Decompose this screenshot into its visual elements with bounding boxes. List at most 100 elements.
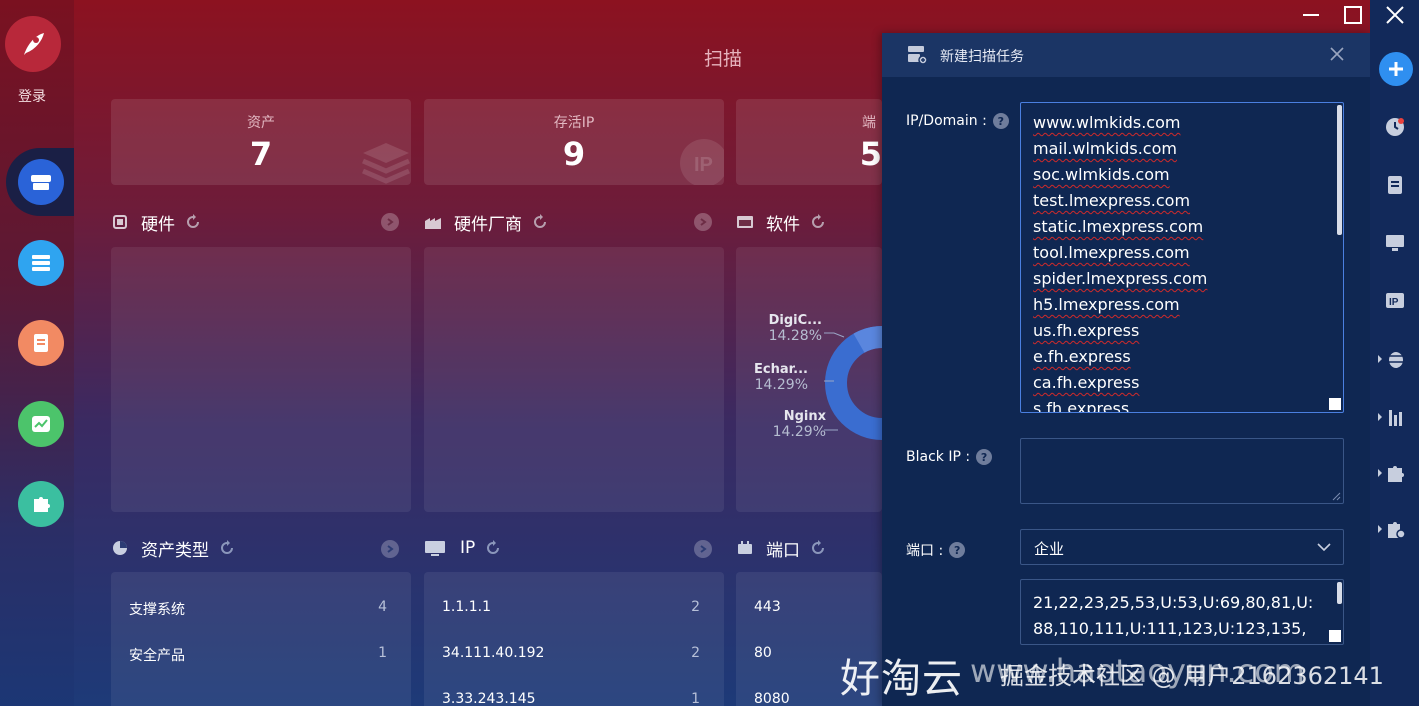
nav-vuln-button[interactable] (18, 320, 64, 366)
document-icon (34, 334, 48, 352)
chip-icon (113, 215, 127, 229)
scrollbar-thumb[interactable] (1337, 105, 1342, 235)
plugin-settings-icon[interactable] (1376, 518, 1408, 540)
refresh-icon[interactable] (810, 540, 826, 556)
black-ip-label-text: Black IP : (906, 449, 971, 465)
nav-monitor-button[interactable] (18, 401, 64, 447)
stat-card-ports[interactable]: 端 5 (736, 99, 882, 185)
donut-label-percent: 14.29% (772, 424, 826, 440)
port-preset-select[interactable]: 企业 (1020, 529, 1344, 565)
refresh-icon[interactable] (185, 214, 201, 230)
domain-entry: mail.wlmkids.com (1033, 139, 1177, 158)
list-item-name: 支撑系统 (129, 602, 185, 618)
list-item[interactable]: 1.1.1.1 2 (442, 599, 700, 615)
chevron-right-icon[interactable] (694, 213, 712, 231)
left-sidebar: 登录 (0, 0, 74, 706)
refresh-icon[interactable] (219, 540, 235, 556)
ip-badge-icon: IP (680, 139, 724, 185)
list-item[interactable]: 安全产品 1 (129, 645, 387, 665)
svg-text:IP: IP (694, 154, 713, 176)
stat-label: 端 (736, 112, 882, 132)
section-title: IP (460, 538, 476, 558)
bug-icon[interactable] (1376, 348, 1408, 370)
plug-icon (738, 541, 752, 554)
puzzle-icon[interactable] (1376, 462, 1408, 484)
section-title: 软件 (766, 214, 800, 235)
black-ip-textarea[interactable] (1020, 438, 1344, 504)
resize-handle[interactable] (1329, 398, 1341, 410)
stat-value-text: 5 (859, 135, 882, 173)
resize-handle[interactable] (1329, 630, 1341, 642)
close-icon[interactable] (1328, 45, 1346, 63)
stat-value: 5 (736, 135, 882, 173)
refresh-icon[interactable] (810, 214, 826, 230)
clock-icon[interactable] (1384, 116, 1406, 138)
maximize-icon[interactable] (1342, 4, 1364, 26)
domain-entry: spider.lmexpress.com (1033, 269, 1208, 288)
list-item[interactable]: 443 (754, 599, 858, 615)
list-item[interactable]: 34.111.40.192 2 (442, 645, 700, 661)
port-list-textarea[interactable]: 21,22,23,25,53,U:53,U:69,80,81,U:88,110,… (1020, 579, 1344, 645)
list-item-count: 4 (378, 599, 387, 615)
help-icon[interactable]: ? (976, 449, 993, 465)
add-task-button[interactable] (1379, 52, 1413, 86)
chevron-right-icon[interactable] (381, 540, 399, 558)
bar-chart-icon[interactable] (1376, 406, 1408, 428)
list-item-name: 8080 (754, 691, 790, 706)
list-item-count: 1 (691, 691, 700, 706)
help-icon[interactable]: ? (992, 113, 1009, 129)
section-title: 资产类型 (141, 540, 209, 561)
list-item[interactable]: 支撑系统 4 (129, 599, 387, 619)
list-item-count: 2 (691, 645, 700, 661)
watermark-overlay: 掘金技术社区 @ 用户2162362141 (1000, 662, 1384, 690)
stat-label: 存活IP (553, 115, 595, 131)
login-link[interactable]: 登录 (18, 86, 46, 106)
nav-scan-button[interactable] (18, 159, 64, 205)
section-hardware-header: 硬件 (111, 210, 201, 235)
port-preset-value: 企业 (1034, 540, 1065, 558)
minimize-icon[interactable] (1300, 4, 1322, 26)
section-hardware-vendor-header: 硬件厂商 (424, 210, 548, 235)
server-icon (32, 255, 50, 271)
help-icon[interactable]: ? (949, 542, 966, 558)
scrollbar-thumb[interactable] (1337, 582, 1342, 604)
app-logo[interactable] (5, 16, 61, 72)
monitor-icon (425, 541, 445, 556)
report-icon[interactable] (1384, 174, 1406, 196)
new-scan-task-dialog: 新建扫描任务 IP/Domain : ? www.wlmkids.com mai… (882, 33, 1370, 706)
hardware-panel (111, 247, 411, 512)
domain-entry: static.lmexpress.com (1033, 217, 1204, 236)
stat-card-assets[interactable]: 资产 7 (111, 99, 411, 185)
close-window-icon[interactable] (1384, 4, 1406, 26)
domain-textarea[interactable]: www.wlmkids.com mail.wlmkids.com soc.wlm… (1020, 102, 1344, 413)
chart-line-icon (32, 416, 50, 432)
nav-plugin-button[interactable] (18, 481, 64, 527)
port-list-value: 21,22,23,25,53,U:53,U:69,80,81,U:88,110,… (1033, 593, 1314, 638)
chevron-right-icon[interactable] (694, 540, 712, 558)
section-asset-type-header: 资产类型 (111, 536, 235, 561)
donut-label-name: Echar... (754, 362, 808, 377)
resize-grip-icon[interactable] (1331, 491, 1341, 501)
nav-assets-button[interactable] (18, 240, 64, 286)
list-item-name: 443 (754, 599, 781, 615)
section-title: 硬件厂商 (454, 214, 522, 235)
refresh-icon[interactable] (485, 540, 501, 556)
domain-entry: h5.lmexpress.com (1033, 295, 1180, 314)
desktop-icon[interactable] (1384, 232, 1406, 254)
ip-icon[interactable]: IP (1384, 290, 1406, 312)
stat-card-live-ip[interactable]: 存活IP 9 IP (424, 99, 724, 185)
feather-icon (24, 33, 44, 55)
donut-label-name: Nginx (783, 409, 826, 424)
domain-label-text: IP/Domain : (906, 113, 987, 129)
domain-entry: ca.fh.express (1033, 373, 1140, 392)
stat-label: 资产 (247, 115, 275, 131)
domain-entry: www.wlmkids.com (1033, 113, 1181, 132)
refresh-icon[interactable] (532, 214, 548, 230)
window-icon (737, 216, 753, 228)
chevron-right-icon[interactable] (381, 213, 399, 231)
list-item[interactable]: 3.33.243.145 1 (442, 691, 700, 706)
section-software-header: 软件 (736, 210, 826, 235)
list-item-count: 1 (378, 645, 387, 661)
list-item-count: 2 (691, 599, 700, 615)
pie-icon (113, 541, 127, 555)
